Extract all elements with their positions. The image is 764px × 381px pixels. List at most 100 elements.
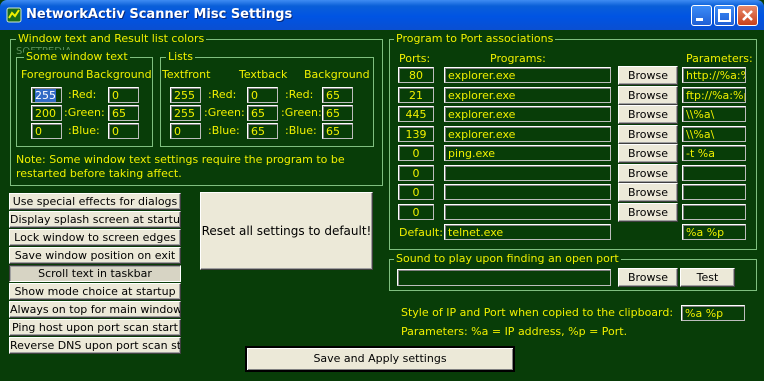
clipboard-params-label: Parameters: %a = IP address, %p = Port. <box>401 325 628 338</box>
foreground-label: Foreground <box>21 68 84 81</box>
tb-green-field[interactable]: 65 <box>247 105 278 121</box>
app-icon <box>6 7 22 23</box>
program-field[interactable] <box>444 165 611 181</box>
parameters-field[interactable] <box>682 184 746 200</box>
program-field[interactable] <box>444 184 611 200</box>
tf-red-field[interactable]: 255 <box>170 87 201 103</box>
tb-red-field[interactable]: 0 <box>247 87 278 103</box>
tf-blue-field[interactable]: 0 <box>170 123 201 139</box>
port-field[interactable]: 21 <box>398 87 434 103</box>
maximize-icon <box>718 9 731 22</box>
port-field[interactable]: 139 <box>398 126 434 142</box>
port-field[interactable]: 0 <box>398 165 434 181</box>
blue-label: :Blue: <box>68 124 100 137</box>
fg-red-field[interactable]: 255 <box>31 87 62 103</box>
default-program-field[interactable]: telnet.exe <box>444 224 611 240</box>
tb-blue-field[interactable]: 65 <box>247 123 278 139</box>
minimize-icon <box>696 18 703 21</box>
lb-red-field[interactable]: 65 <box>322 87 353 103</box>
textback-label: Textback <box>239 68 288 81</box>
port-field[interactable]: 0 <box>398 145 434 161</box>
lists-title: Lists <box>166 50 195 63</box>
title-bar: NetworkActiv Scanner Misc Settings <box>0 0 764 30</box>
port-field[interactable]: 0 <box>398 204 434 220</box>
bg-blue-field[interactable]: 0 <box>108 123 139 139</box>
fg-red-value: 255 <box>35 89 56 102</box>
parameters-header: Parameters: <box>686 52 753 65</box>
minimize-button[interactable] <box>691 5 712 26</box>
reset-all-button[interactable]: Reset all settings to default! <box>200 192 373 270</box>
program-field[interactable]: explorer.exe <box>444 106 611 122</box>
parameters-field[interactable] <box>682 204 746 220</box>
blue-label: :Blue: <box>208 124 240 137</box>
browse-button[interactable]: Browse <box>618 144 678 163</box>
maximize-button[interactable] <box>714 5 735 26</box>
parameters-field[interactable]: \\%a\ <box>682 106 746 122</box>
fg-green-field[interactable]: 200 <box>31 105 62 121</box>
close-icon <box>742 10 753 21</box>
parameters-field[interactable]: ftp://%a:%p <box>682 87 746 103</box>
program-field[interactable] <box>444 204 611 220</box>
background-label: Background <box>86 68 152 81</box>
option-button-reverse-dns[interactable]: Reverse DNS upon port scan start <box>9 337 181 354</box>
option-button-mode-choice[interactable]: Show mode choice at startup <box>9 283 181 300</box>
parameters-field[interactable]: http://%a:% <box>682 67 746 83</box>
textfront-label: Textfront <box>162 68 211 81</box>
sound-file-field[interactable] <box>397 269 611 286</box>
fg-blue-field[interactable]: 0 <box>31 123 62 139</box>
some-window-text-title: Some window text <box>24 50 130 63</box>
ports-header: Ports: <box>399 52 431 65</box>
program-field[interactable]: explorer.exe <box>444 67 611 83</box>
browse-button[interactable]: Browse <box>618 105 678 124</box>
default-label: Default: <box>399 226 443 239</box>
browse-button[interactable]: Browse <box>618 164 678 183</box>
window-title: NetworkActiv Scanner Misc Settings <box>26 7 293 22</box>
red-label: :Red: <box>208 88 237 101</box>
lb-blue-field[interactable]: 65 <box>322 123 353 139</box>
green-label: :Green: <box>64 106 105 119</box>
port-field[interactable]: 80 <box>398 67 434 83</box>
sound-browse-button[interactable]: Browse <box>618 268 678 287</box>
option-button-always-on-top[interactable]: Always on top for main window <box>9 301 181 318</box>
port-field[interactable]: 445 <box>398 106 434 122</box>
browse-button[interactable]: Browse <box>618 203 678 222</box>
option-button-lock-window[interactable]: Lock window to screen edges <box>9 229 181 246</box>
lb-green-field[interactable]: 65 <box>322 105 353 121</box>
ports-group-title: Program to Port associations <box>394 32 556 45</box>
colors-group-title: Window text and Result list colors <box>16 32 207 45</box>
clipboard-style-field[interactable]: %a %p <box>681 305 745 321</box>
red-label: :Red: <box>285 88 314 101</box>
green-label: :Green: <box>281 106 322 119</box>
restart-note: Note: Some window text settings require … <box>16 153 345 180</box>
sound-group-title: Sound to play upon finding an open port <box>394 252 621 265</box>
sound-test-button[interactable]: Test <box>680 268 735 287</box>
browse-button[interactable]: Browse <box>618 125 678 144</box>
green-label: :Green: <box>204 106 245 119</box>
bg-green-field[interactable]: 65 <box>108 105 139 121</box>
browse-button[interactable]: Browse <box>618 86 678 105</box>
red-label: :Red: <box>68 88 97 101</box>
bg-red-field[interactable]: 0 <box>108 87 139 103</box>
port-field[interactable]: 0 <box>398 184 434 200</box>
parameters-field[interactable] <box>682 165 746 181</box>
option-button-splash-screen[interactable]: Display splash screen at startup <box>9 211 181 228</box>
parameters-field[interactable]: -t %a <box>682 145 746 161</box>
option-button-special-effects[interactable]: Use special effects for dialogs <box>9 193 181 210</box>
parameters-field[interactable]: \\%a\ <box>682 126 746 142</box>
save-apply-button[interactable]: Save and Apply settings <box>245 346 515 372</box>
clipboard-style-label: Style of IP and Port when copied to the … <box>401 306 674 319</box>
program-field[interactable]: explorer.exe <box>444 126 611 142</box>
default-parameters-field[interactable]: %a %p <box>682 224 746 240</box>
option-button-ping-host[interactable]: Ping host upon port scan start <box>9 319 181 336</box>
option-button-scroll-taskbar[interactable]: Scroll text in taskbar <box>9 265 181 282</box>
settings-client-area: Window text and Result list colors SOFTP… <box>4 30 760 377</box>
browse-button[interactable]: Browse <box>618 66 678 85</box>
lists-background-label: Background <box>304 68 370 81</box>
program-field[interactable]: explorer.exe <box>444 87 611 103</box>
programs-header: Programs: <box>490 52 546 65</box>
option-button-save-position[interactable]: Save window position on exit <box>9 247 181 264</box>
tf-green-field[interactable]: 255 <box>170 105 201 121</box>
program-field[interactable]: ping.exe <box>444 145 611 161</box>
close-button[interactable] <box>737 5 758 26</box>
browse-button[interactable]: Browse <box>618 183 678 202</box>
